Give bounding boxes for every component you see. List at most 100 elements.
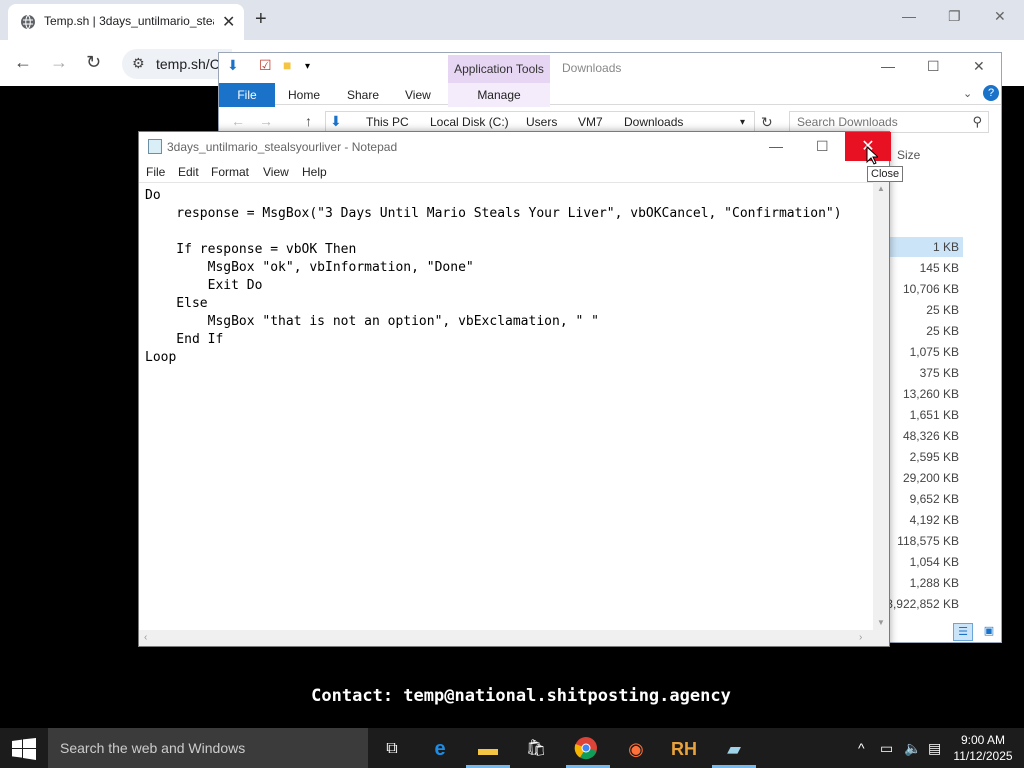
notepad-line: response = MsgBox("3 Days Until Mario St…	[145, 206, 842, 221]
notepad-minimize-icon[interactable]: —	[769, 138, 783, 154]
file-size-cell[interactable]: 25 KB	[879, 300, 963, 320]
notepad-line: MsgBox "ok", vbInformation, "Done"	[145, 260, 474, 275]
contact-text: Contact: temp@national.shitposting.agenc…	[311, 686, 731, 706]
resource-hacker-icon[interactable]: RH	[670, 736, 698, 762]
scroll-up-icon[interactable]: ▲	[877, 184, 885, 193]
file-size-cell[interactable]: 25 KB	[879, 321, 963, 341]
address-bar[interactable]: ⚙ temp.sh/C	[122, 49, 232, 79]
clock-time: 9:00 AM	[960, 733, 1006, 747]
download-arrow-icon: ⬇	[227, 57, 239, 73]
file-size-cell[interactable]: 10,706 KB	[879, 279, 963, 299]
file-size-cell[interactable]: 29,200 KB	[879, 468, 963, 488]
edge-icon[interactable]: e	[426, 736, 454, 762]
file-size-cell[interactable]: 9,652 KB	[879, 489, 963, 509]
firefox-icon[interactable]: ◉	[622, 736, 650, 762]
clock-date: 11/12/2025	[953, 749, 1013, 763]
nav-forward-icon[interactable]: →	[259, 113, 273, 129]
explorer-maximize-icon[interactable]: ☐	[927, 58, 940, 75]
menu-edit[interactable]: Edit	[178, 165, 199, 179]
reload-icon[interactable]: ↻	[86, 52, 101, 73]
ribbon-tab-share[interactable]: Share	[347, 88, 379, 102]
breadcrumb-this-pc[interactable]: This PC	[366, 115, 409, 129]
mouse-cursor-icon	[866, 146, 878, 165]
network-icon[interactable]: ▭	[880, 740, 893, 757]
refresh-icon[interactable]: ↻	[761, 114, 773, 131]
explorer-close-icon[interactable]: ✕	[973, 58, 985, 75]
notepad-text-area[interactable]: Do response = MsgBox("3 Days Until Mario…	[139, 182, 873, 630]
properties-icon[interactable]: ☑	[259, 57, 272, 74]
new-tab-button[interactable]: +	[255, 8, 267, 31]
browser-minimize-icon[interactable]: —	[902, 8, 916, 24]
qat-dropdown-icon[interactable]: ▾	[305, 61, 310, 72]
scroll-left-icon[interactable]: ‹	[144, 632, 147, 643]
menu-help[interactable]: Help	[302, 165, 327, 179]
file-size-cell[interactable]: 4,192 KB	[879, 510, 963, 530]
file-size-cell[interactable]: 1,651 KB	[879, 405, 963, 425]
search-input[interactable]	[790, 112, 960, 132]
new-folder-icon[interactable]: ■	[283, 57, 291, 73]
menu-file[interactable]: File	[146, 165, 165, 179]
explorer-address-bar[interactable]: ⬇ This PC Local Disk (C:) Users VM7 Down…	[325, 111, 755, 133]
file-size-cell[interactable]: 1,054 KB	[879, 552, 963, 572]
action-center-icon[interactable]: ▤	[928, 740, 941, 757]
file-size-cell[interactable]: 118,575 KB	[879, 531, 963, 551]
breadcrumb-vm7[interactable]: VM7	[578, 115, 603, 129]
task-view-icon[interactable]: ⧉	[378, 736, 406, 762]
file-explorer-icon[interactable]: ▬	[474, 736, 502, 762]
scroll-right-icon[interactable]: ›	[859, 632, 862, 643]
menu-format[interactable]: Format	[211, 165, 249, 179]
ribbon-tab-home[interactable]: Home	[288, 88, 320, 102]
tray-expand-icon[interactable]: ^	[858, 740, 865, 756]
application-tools-label: Application Tools	[448, 55, 550, 83]
file-size-cell[interactable]: 3,922,852 KB	[879, 594, 963, 614]
notepad-line: Exit Do	[145, 278, 263, 293]
forward-icon[interactable]: →	[50, 52, 68, 73]
address-dropdown-icon[interactable]: ▾	[740, 117, 745, 128]
nav-up-icon[interactable]: ↑	[305, 113, 312, 129]
back-icon[interactable]: ←	[14, 52, 32, 73]
large-icons-view-icon[interactable]: ▣	[979, 623, 999, 641]
notepad-taskbar-icon[interactable]: ▰	[720, 736, 748, 762]
close-tooltip: Close	[867, 166, 904, 182]
breadcrumb-local-disk[interactable]: Local Disk (C:)	[430, 115, 509, 129]
explorer-minimize-icon[interactable]: —	[881, 58, 895, 74]
ribbon-tab-file[interactable]: File	[219, 83, 275, 107]
size-column-header[interactable]: Size	[897, 148, 920, 162]
search-downloads-box[interactable]: ⚲	[789, 111, 989, 133]
taskbar-search[interactable]: Search the web and Windows	[48, 728, 368, 768]
file-size-cell[interactable]: 48,326 KB	[879, 426, 963, 446]
clock[interactable]: 9:00 AM 11/12/2025	[950, 732, 1016, 764]
ribbon-tab-manage[interactable]: Manage	[448, 83, 550, 107]
store-icon[interactable]: 🛍	[522, 736, 550, 762]
browser-close-icon[interactable]: ✕	[994, 8, 1006, 25]
ribbon-tab-view[interactable]: View	[405, 88, 431, 102]
nav-back-icon[interactable]: ←	[231, 113, 245, 129]
notepad-maximize-icon[interactable]: ☐	[816, 138, 829, 155]
search-icon: ⚲	[972, 114, 982, 129]
file-size-cell[interactable]: 1 KB	[879, 237, 963, 257]
file-size-cell[interactable]: 1,075 KB	[879, 342, 963, 362]
horizontal-scrollbar[interactable]: ‹ ›	[139, 630, 889, 646]
browser-maximize-icon[interactable]: ❐	[948, 8, 961, 25]
start-button[interactable]	[0, 728, 48, 768]
file-size-cell[interactable]: 375 KB	[879, 363, 963, 383]
file-size-cell[interactable]: 13,260 KB	[879, 384, 963, 404]
browser-tab[interactable]: Temp.sh | 3days_untilmario_steals ✕	[8, 4, 244, 40]
breadcrumb-users[interactable]: Users	[526, 115, 557, 129]
help-icon[interactable]: ?	[983, 85, 999, 101]
breadcrumb-downloads[interactable]: Downloads	[624, 115, 683, 129]
site-info-icon[interactable]: ⚙	[132, 55, 145, 72]
vertical-scrollbar[interactable]: ▲ ▼	[873, 182, 889, 630]
notepad-line: If response = vbOK Then	[145, 242, 357, 257]
scroll-down-icon[interactable]: ▼	[877, 618, 885, 627]
chrome-icon[interactable]	[574, 736, 598, 760]
file-size-cell[interactable]: 2,595 KB	[879, 447, 963, 467]
close-tab-icon[interactable]: ✕	[222, 12, 235, 32]
downloads-folder-icon: ⬇	[330, 113, 342, 129]
details-view-icon[interactable]: ☰	[953, 623, 973, 641]
file-size-cell[interactable]: 145 KB	[879, 258, 963, 278]
volume-muted-icon[interactable]: 🔈	[904, 740, 921, 757]
file-size-cell[interactable]: 1,288 KB	[879, 573, 963, 593]
ribbon-expand-icon[interactable]: ⌄	[963, 87, 972, 100]
menu-view[interactable]: View	[263, 165, 289, 179]
